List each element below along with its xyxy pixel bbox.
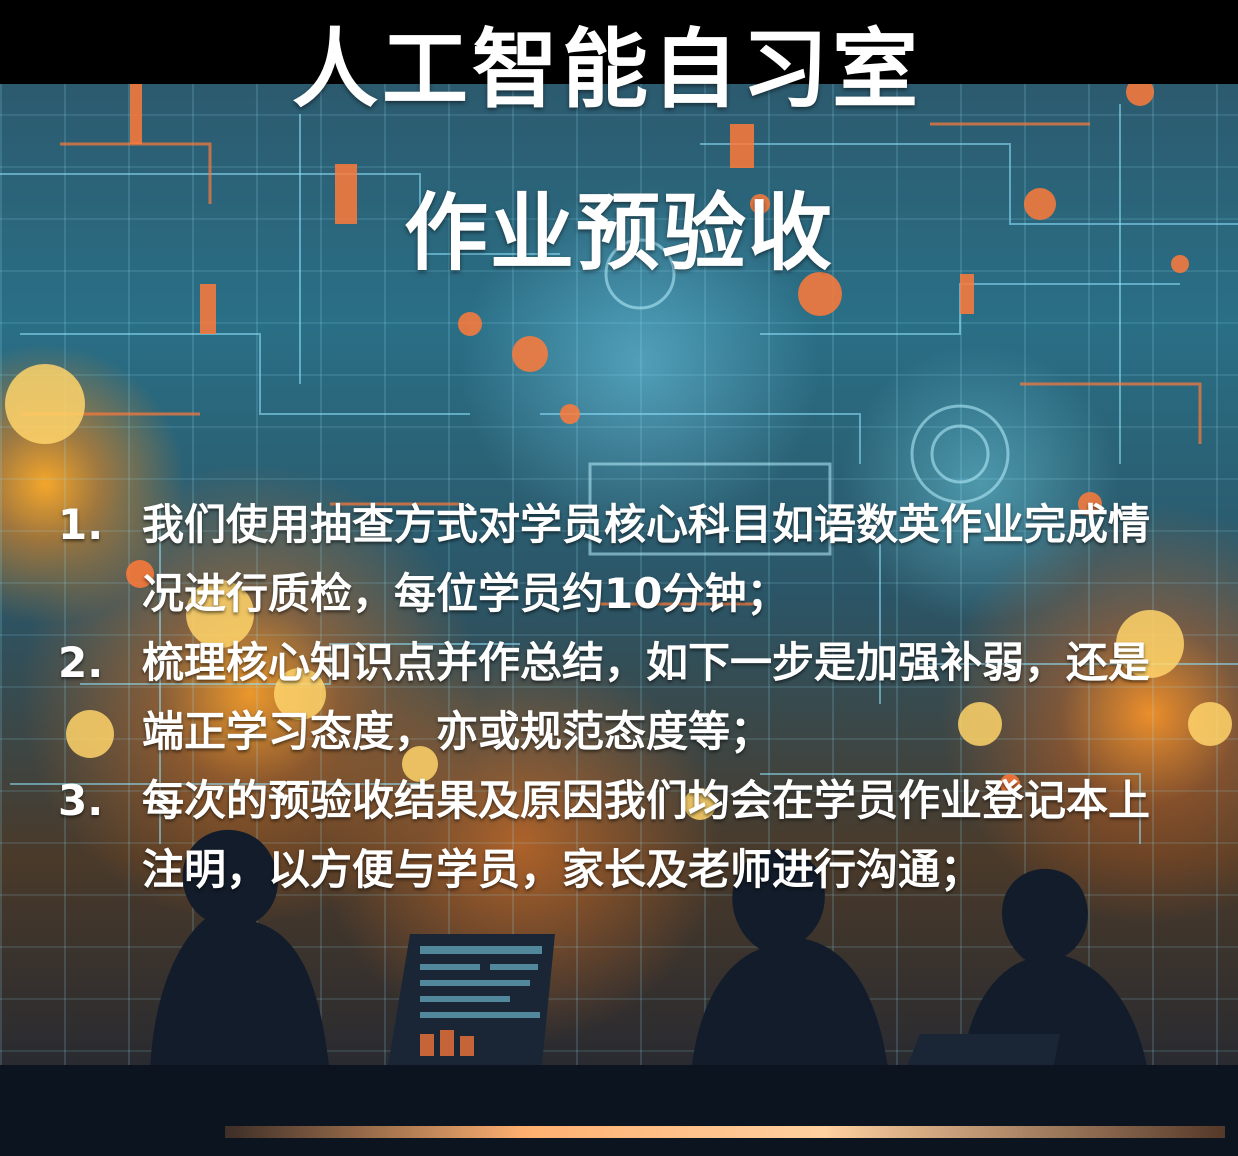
list-item: 3. 每次的预验收结果及原因我们均会在学员作业登记本上注明，以方便与学员，家长及… — [58, 766, 1168, 904]
bottom-dark-band — [0, 1065, 1238, 1156]
main-title-text: 人工智能自习室 — [292, 20, 922, 120]
subtitle: 作业预验收 — [403, 184, 834, 282]
list-item-number: 2. — [58, 638, 104, 687]
list-item: 2. 梳理核心知识点并作总结，如下一步是加强补弱，还是端正学习态度，亦或规范态度… — [58, 628, 1168, 766]
list-item: 1. 我们使用抽查方式对学员核心科目如语数英作业完成情况进行质检，每位学员约10… — [58, 490, 1168, 628]
list-item-text: 梳理核心知识点并作总结，如下一步是加强补弱，还是端正学习态度，亦或规范态度等； — [142, 638, 1151, 756]
process-list: 1. 我们使用抽查方式对学员核心科目如语数英作业完成情况进行质检，每位学员约10… — [58, 490, 1168, 904]
list-item-number: 3. — [58, 776, 104, 825]
bottom-glow-line — [225, 1126, 1225, 1138]
poster: 人工智能自习室 作业预验收 1. 我们使用抽查方式对学员核心科目如语数英作业完成… — [0, 0, 1238, 1156]
list-item-text: 每次的预验收结果及原因我们均会在学员作业登记本上注明，以方便与学员，家长及老师进… — [142, 776, 1151, 894]
main-title: 人工智能自习室 — [0, 22, 1238, 118]
list-item-number: 1. — [58, 500, 104, 549]
list-item-text: 我们使用抽查方式对学员核心科目如语数英作业完成情况进行质检，每位学员约10分钟； — [142, 500, 1151, 618]
